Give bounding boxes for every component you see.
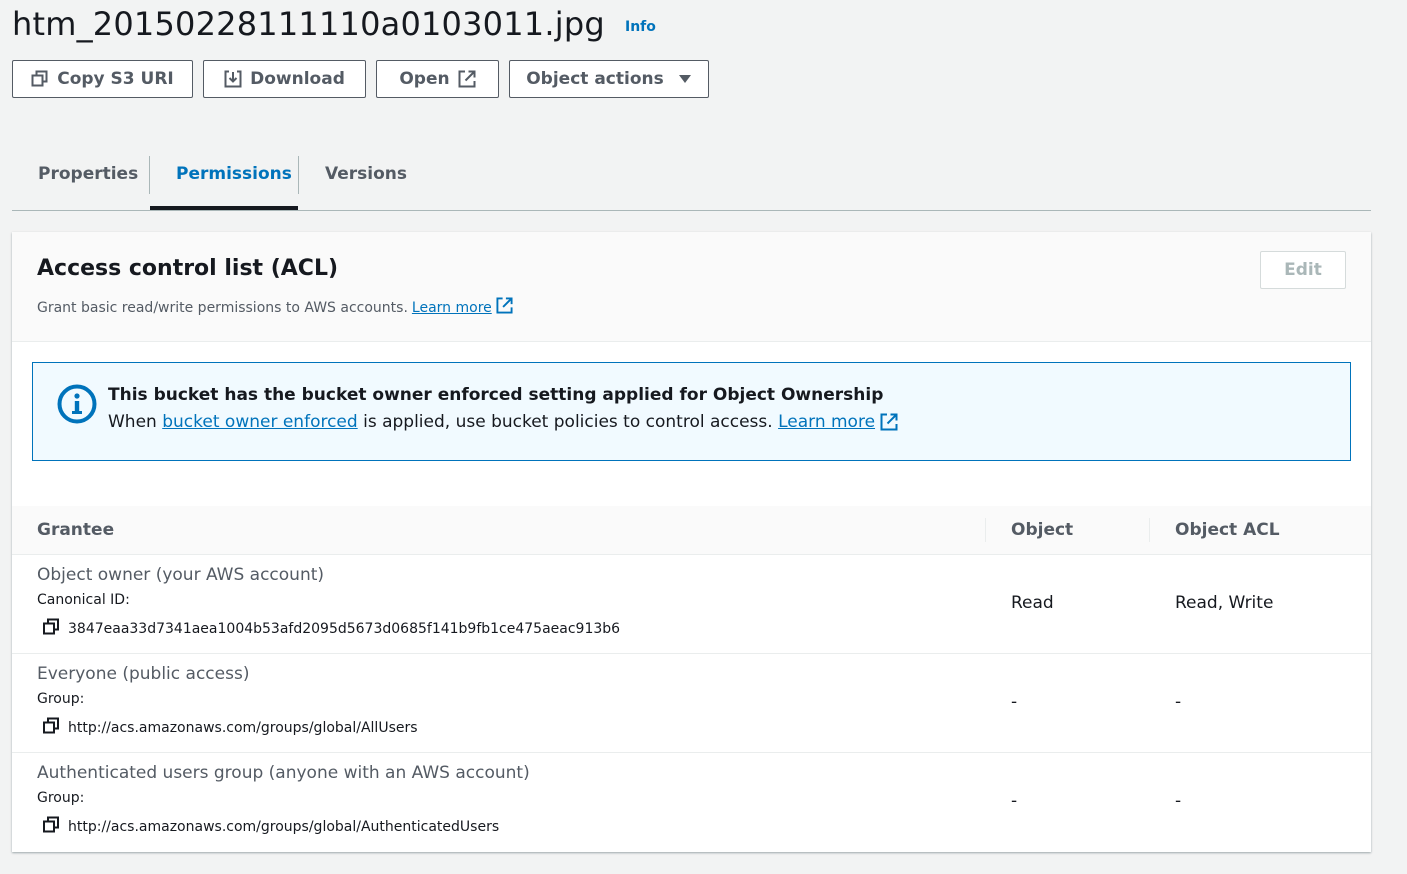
alert-body-suffix: is applied, use bucket policies to contr… <box>357 412 779 432</box>
acl-table-header: Grantee Object Object ACL <box>12 506 1371 555</box>
alert-title: This bucket has the bucket owner enforce… <box>108 385 884 405</box>
acl-description-text: Grant basic read/write permissions to AW… <box>37 299 408 316</box>
download-button[interactable]: Download <box>203 60 366 98</box>
group-uri-value: http://acs.amazonaws.com/groups/global/A… <box>68 720 418 736</box>
table-row: Authenticated users group (anyone with a… <box>12 753 1371 851</box>
external-link-icon <box>458 70 476 88</box>
alert-body: When bucket owner enforced is applied, u… <box>108 412 898 432</box>
tabs-divider <box>12 210 1371 211</box>
grantee-identifier: 3847eaa33d7341aea1004b53afd2095d5673d068… <box>42 618 620 640</box>
column-header-object: Object <box>1011 520 1074 540</box>
tab-divider <box>298 156 299 194</box>
acl-panel: Access control list (ACL) Grant basic re… <box>12 232 1371 852</box>
acl-description: Grant basic read/write permissions to AW… <box>37 297 513 318</box>
copy-s3-uri-button[interactable]: Copy S3 URI <box>12 60 193 98</box>
copy-s3-uri-label: Copy S3 URI <box>57 69 174 89</box>
copy-icon[interactable] <box>42 618 62 640</box>
external-link-icon[interactable] <box>880 413 898 431</box>
column-divider <box>985 518 986 542</box>
open-button[interactable]: Open <box>376 60 499 98</box>
open-label: Open <box>399 69 450 89</box>
column-divider <box>1149 518 1150 542</box>
tab-divider <box>149 156 150 194</box>
info-circle-icon <box>57 384 97 428</box>
download-icon <box>224 70 242 88</box>
object-permission: Read <box>1011 593 1054 613</box>
object-permission: - <box>1011 692 1018 712</box>
copy-icon[interactable] <box>42 816 62 838</box>
table-row: Object owner (your AWS account) Canonica… <box>12 555 1371 654</box>
grantee-name: Authenticated users group (anyone with a… <box>37 763 530 783</box>
copy-icon <box>31 70 49 88</box>
group-uri-value: http://acs.amazonaws.com/groups/global/A… <box>68 819 500 835</box>
column-header-grantee: Grantee <box>37 520 115 540</box>
info-link[interactable]: Info <box>625 19 656 35</box>
download-label: Download <box>250 69 345 89</box>
grantee-identifier: http://acs.amazonaws.com/groups/global/A… <box>42 816 499 838</box>
acl-title: Access control list (ACL) <box>37 256 339 281</box>
alert-learn-more-link[interactable]: Learn more <box>778 412 875 432</box>
grantee-group-label: Group: <box>37 790 85 806</box>
object-title: htm_20150228111110a0103011.jpg <box>12 5 605 43</box>
bucket-owner-enforced-link[interactable]: bucket owner enforced <box>162 412 357 432</box>
object-acl-permission: - <box>1175 791 1182 811</box>
alert-body-prefix: When <box>108 412 163 432</box>
acl-panel-header: Access control list (ACL) Grant basic re… <box>12 232 1371 342</box>
grantee-group-label: Group: <box>37 691 85 707</box>
grantee-identifier: http://acs.amazonaws.com/groups/global/A… <box>42 717 418 739</box>
tab-properties[interactable]: Properties <box>38 164 138 184</box>
external-link-icon[interactable] <box>496 297 513 318</box>
tab-permissions[interactable]: Permissions <box>176 164 292 184</box>
column-header-object-acl: Object ACL <box>1175 520 1280 540</box>
caret-down-icon <box>678 74 692 84</box>
object-actions-label: Object actions <box>526 69 664 89</box>
tab-versions[interactable]: Versions <box>325 164 407 184</box>
object-acl-permission: - <box>1175 692 1182 712</box>
grantee-name: Everyone (public access) <box>37 664 250 684</box>
object-permission: - <box>1011 791 1018 811</box>
copy-icon[interactable] <box>42 717 62 739</box>
edit-button[interactable]: Edit <box>1260 251 1346 289</box>
object-actions-dropdown[interactable]: Object actions <box>509 60 709 98</box>
object-acl-permission: Read, Write <box>1175 593 1274 613</box>
grantee-name: Object owner (your AWS account) <box>37 565 325 585</box>
grantee-id-label: Canonical ID: <box>37 592 130 608</box>
ownership-info-alert: This bucket has the bucket owner enforce… <box>32 362 1351 461</box>
table-row: Everyone (public access) Group: http://a… <box>12 654 1371 753</box>
canonical-id-value: 3847eaa33d7341aea1004b53afd2095d5673d068… <box>68 621 621 637</box>
learn-more-link[interactable]: Learn more <box>412 300 492 316</box>
